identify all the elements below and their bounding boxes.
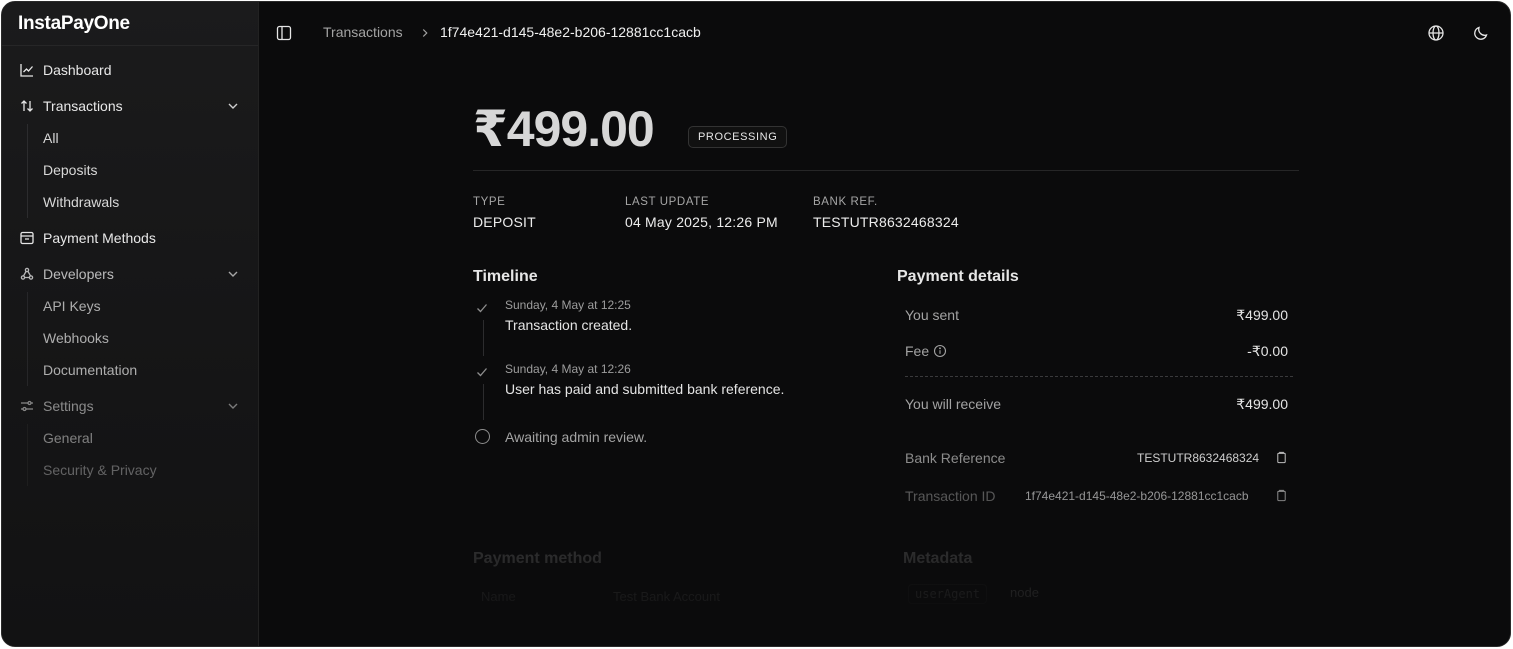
- divider: [473, 170, 1299, 171]
- sidebar-item-label: Transactions: [43, 98, 123, 114]
- sidebar-item-label: Developers: [43, 266, 114, 282]
- breadcrumb-current: 1f74e421-d145-48e2-b206-12881cc1cacb: [440, 24, 701, 40]
- payment-method-title: Payment method: [473, 550, 602, 567]
- divider: [905, 376, 1293, 377]
- pending-circle-icon: [475, 429, 490, 444]
- sidebar-item-label: Payment Methods: [43, 230, 156, 246]
- divider: [2, 45, 258, 46]
- submenu-rail: [27, 292, 28, 386]
- sidebar-item-label: Dashboard: [43, 62, 112, 78]
- transaction-amount: ₹499.00: [473, 101, 655, 157]
- sidebar-item-settings[interactable]: Settings: [10, 391, 250, 421]
- chart-line-icon: [19, 62, 35, 78]
- webhook-icon: [19, 266, 35, 282]
- fee-label: Fee: [905, 343, 930, 359]
- check-icon: [477, 304, 487, 313]
- bank-reference-label: Bank Reference: [905, 450, 1006, 466]
- timeline-connector: [483, 320, 484, 356]
- sidebar-item-deposits[interactable]: Deposits: [35, 156, 97, 184]
- metadata-title: Metadata: [903, 550, 973, 567]
- chevron-down-icon[interactable]: [225, 98, 241, 114]
- chevron-right-icon: [422, 29, 428, 37]
- sidebar-item-api-keys[interactable]: API Keys: [35, 292, 101, 320]
- sidebar-item-payment-methods[interactable]: Payment Methods: [10, 223, 250, 253]
- sidebar: InstaPayOne Dashboard Transactions All D…: [2, 2, 259, 646]
- sidebar-item-webhooks[interactable]: Webhooks: [35, 324, 109, 352]
- sidebar-item-all[interactable]: All: [35, 124, 59, 152]
- sidebar-item-label: Settings: [43, 398, 94, 414]
- sidebar-toggle-icon[interactable]: [276, 25, 292, 41]
- meta-bank-ref-label: BANK REF.: [813, 196, 878, 208]
- meta-type-value: DEPOSIT: [473, 214, 536, 230]
- timeline-event-text: Transaction created.: [505, 317, 633, 333]
- brand-logo[interactable]: InstaPayOne: [18, 13, 130, 35]
- transaction-id-value: 1f74e421-d145-48e2-b206-12881cc1cacb: [1025, 489, 1249, 503]
- metadata-value: node: [1010, 585, 1039, 600]
- metadata-key: userAgent: [908, 584, 988, 604]
- timeline-event-time: Sunday, 4 May at 12:26: [505, 362, 631, 376]
- check-icon: [477, 368, 487, 377]
- status-badge: PROCESSING: [688, 126, 788, 148]
- chevron-down-icon[interactable]: [225, 266, 241, 282]
- sidebar-item-withdrawals[interactable]: Withdrawals: [35, 188, 119, 216]
- scroll-fade-overlay: [259, 476, 1510, 646]
- meta-last-update-label: LAST UPDATE: [625, 196, 710, 208]
- sidebar-item-dashboard[interactable]: Dashboard: [10, 55, 250, 85]
- payment-method-name-value: Test Bank Account: [613, 589, 720, 604]
- timeline-title: Timeline: [473, 268, 538, 285]
- timeline-event-text: Awaiting admin review.: [505, 429, 648, 445]
- you-sent-value: ₹499.00: [1236, 307, 1288, 323]
- payment-details-title: Payment details: [897, 268, 1019, 285]
- meta-last-update-value: 04 May 2025, 12:26 PM: [625, 214, 778, 230]
- sliders-icon: [19, 398, 35, 414]
- timeline-connector: [483, 384, 484, 420]
- you-will-receive-value: ₹499.00: [1236, 396, 1288, 412]
- top-bar: Transactions 1f74e421-d145-48e2-b206-128…: [259, 2, 1510, 64]
- chevron-down-icon[interactable]: [225, 398, 241, 414]
- you-will-receive-label: You will receive: [905, 396, 1001, 412]
- timeline-event-text: User has paid and submitted bank referen…: [505, 381, 785, 397]
- archive-box-icon: [19, 230, 35, 246]
- fee-value: -₹0.00: [1247, 343, 1288, 359]
- copy-icon[interactable]: [1275, 489, 1288, 502]
- bank-reference-value: TESTUTR8632468324: [1137, 451, 1260, 465]
- sidebar-item-security-privacy[interactable]: Security & Privacy: [35, 456, 157, 484]
- payment-method-name-label: Name: [481, 589, 516, 604]
- globe-icon[interactable]: [1427, 24, 1445, 42]
- sidebar-item-documentation[interactable]: Documentation: [35, 356, 137, 384]
- timeline-event-time: Sunday, 4 May at 12:25: [505, 298, 631, 312]
- submenu-rail: [27, 124, 28, 218]
- breadcrumb-transactions[interactable]: Transactions: [323, 24, 403, 40]
- copy-icon[interactable]: [1275, 451, 1288, 464]
- sidebar-item-general[interactable]: General: [35, 424, 93, 452]
- sidebar-item-transactions[interactable]: Transactions: [10, 91, 250, 121]
- app-window: InstaPayOne Dashboard Transactions All D…: [1, 1, 1511, 647]
- moon-icon[interactable]: [1472, 24, 1490, 42]
- you-sent-label: You sent: [905, 307, 959, 323]
- submenu-rail: [27, 424, 28, 486]
- info-icon[interactable]: [933, 344, 947, 358]
- arrows-up-down-icon: [19, 98, 35, 114]
- meta-type-label: TYPE: [473, 196, 506, 208]
- transaction-id-label: Transaction ID: [905, 488, 996, 504]
- meta-bank-ref-value: TESTUTR8632468324: [813, 214, 959, 230]
- sidebar-item-developers[interactable]: Developers: [10, 259, 250, 289]
